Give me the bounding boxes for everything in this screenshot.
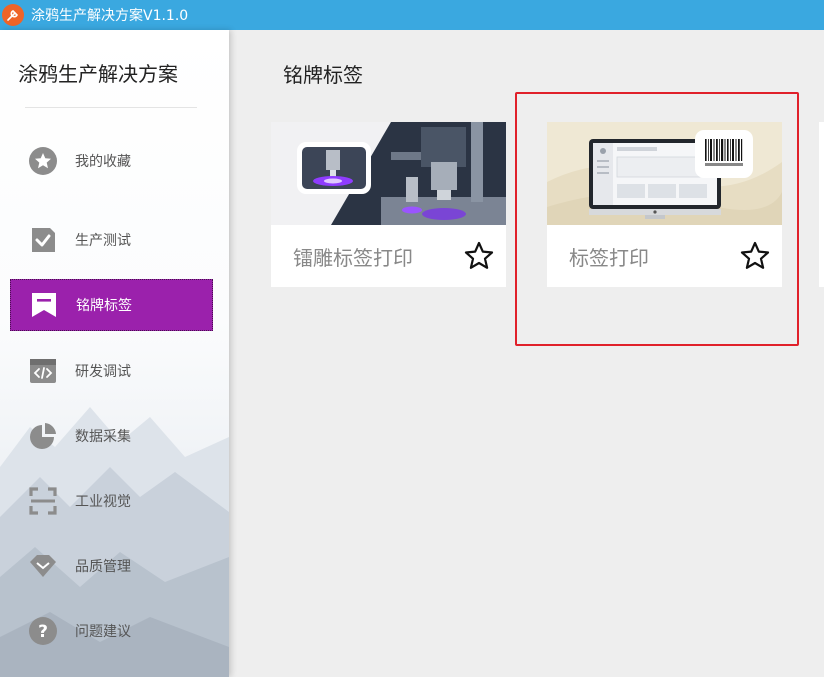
card-peek-edge <box>819 122 824 287</box>
sidebar-item-industrial-vision[interactable]: 工业视觉 <box>10 475 213 527</box>
sidebar-item-label: 问题建议 <box>75 624 131 640</box>
sidebar-item-label: 我的收藏 <box>75 154 131 170</box>
sidebar-item-label: 数据采集 <box>75 429 131 445</box>
card-laser-engraving-print[interactable]: 镭雕标签打印 <box>271 122 506 287</box>
sidebar-item-feedback[interactable]: ? 问题建议 <box>10 605 213 657</box>
highlight-box <box>515 92 799 346</box>
pie-chart-icon <box>28 421 58 451</box>
bookmark-icon <box>29 290 59 320</box>
sidebar-item-label: 品质管理 <box>75 559 131 575</box>
check-document-icon <box>28 225 58 255</box>
section-title: 铭牌标签 <box>283 63 363 87</box>
card-label: 镭雕标签打印 <box>293 246 413 270</box>
sidebar-item-label: 生产测试 <box>75 233 131 249</box>
sidebar-item-rd-debug[interactable]: 研发调试 <box>10 345 213 397</box>
brand-title: 涂鸦生产解决方案 <box>18 62 178 86</box>
app-logo-icon <box>2 4 24 26</box>
star-outline-icon[interactable] <box>462 240 496 272</box>
star-circle-icon <box>28 146 58 176</box>
divider <box>25 107 197 108</box>
sidebar: 涂鸦生产解决方案 我的收藏 生产测试 铭牌标签 研发调试 数据采集 工业视觉 品… <box>0 30 229 677</box>
sidebar-item-label: 研发调试 <box>75 364 131 380</box>
diamond-icon <box>28 551 58 581</box>
main-content: 铭牌标签 镭雕标签打印 标签打印 <box>229 30 824 677</box>
question-icon: ? <box>28 616 58 646</box>
sidebar-item-data-collection[interactable]: 数据采集 <box>10 410 213 462</box>
sidebar-item-label: 铭牌标签 <box>76 298 132 314</box>
svg-text:?: ? <box>38 622 48 642</box>
title-bar: 涂鸦生产解决方案V1.1.0 <box>0 0 824 30</box>
window-title: 涂鸦生产解决方案V1.1.0 <box>31 8 189 24</box>
sidebar-item-quality-management[interactable]: 品质管理 <box>10 540 213 592</box>
laser-engraving-thumbnail <box>271 122 506 225</box>
scan-frame-icon <box>28 486 58 516</box>
code-icon <box>28 356 58 386</box>
sidebar-item-favorites[interactable]: 我的收藏 <box>10 135 213 187</box>
sidebar-item-production-test[interactable]: 生产测试 <box>10 214 213 266</box>
sidebar-item-label: 工业视觉 <box>75 494 131 510</box>
sidebar-item-nameplate-label[interactable]: 铭牌标签 <box>10 279 213 331</box>
